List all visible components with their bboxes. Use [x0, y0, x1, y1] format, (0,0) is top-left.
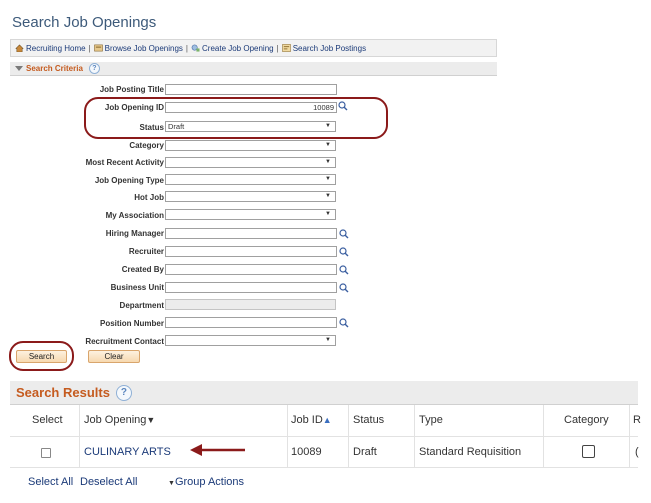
- nav-recruiting-home[interactable]: Recruiting Home: [15, 44, 86, 53]
- hot-job-label: Hot Job: [134, 193, 164, 202]
- dropdown-arrow-icon: ▼: [325, 337, 331, 343]
- category-checkbox[interactable]: [582, 445, 595, 458]
- job-posting-title-label: Job Posting Title: [99, 85, 164, 94]
- create-icon: [191, 44, 200, 52]
- dropdown-arrow-icon: ▼: [325, 176, 331, 182]
- dropdown-arrow-icon: ▼: [325, 193, 331, 199]
- created-by-input[interactable]: [165, 264, 337, 275]
- column-divider: [629, 405, 630, 468]
- position-number-label: Position Number: [99, 319, 164, 328]
- overflow-cell: (: [635, 446, 639, 458]
- recruiter-input[interactable]: [165, 246, 337, 257]
- category-select[interactable]: ▼: [165, 140, 336, 151]
- my-association-select[interactable]: ▼: [165, 209, 336, 220]
- lookup-icon[interactable]: [339, 229, 349, 239]
- lookup-icon[interactable]: [339, 318, 349, 328]
- position-number-input[interactable]: [165, 317, 337, 328]
- deselect-all-link[interactable]: Deselect All: [80, 476, 137, 488]
- annotation-highlight-oval: [84, 97, 388, 139]
- dropdown-arrow-icon: ▼: [325, 211, 331, 217]
- annotation-arrow-icon: [190, 444, 245, 456]
- column-divider: [79, 405, 80, 468]
- help-icon[interactable]: ?: [88, 63, 100, 74]
- column-header-type: Type: [419, 414, 443, 426]
- hot-job-select[interactable]: ▼: [165, 191, 336, 202]
- most-recent-activity-label: Most Recent Activity: [85, 158, 164, 167]
- column-divider: [348, 405, 349, 468]
- job-posting-title-input[interactable]: [165, 84, 337, 95]
- home-icon: [15, 44, 24, 52]
- search-results-header: Search Results ?: [10, 381, 638, 405]
- help-icon[interactable]: ?: [115, 384, 132, 401]
- job-opening-type-select[interactable]: ▼: [165, 174, 336, 185]
- hiring-manager-input[interactable]: [165, 228, 337, 239]
- annotation-highlight-oval: [9, 341, 74, 371]
- business-unit-input[interactable]: [165, 282, 337, 293]
- nav-browse-job-openings[interactable]: Browse Job Openings: [93, 44, 183, 53]
- column-divider: [287, 405, 288, 468]
- sort-ascending-icon: ▲: [322, 415, 332, 425]
- page-title: Search Job Openings: [12, 14, 157, 31]
- recruiter-label: Recruiter: [128, 247, 164, 256]
- clear-button[interactable]: Clear: [88, 350, 140, 363]
- column-header-overflow: R: [633, 414, 641, 426]
- job-opening-link[interactable]: CULINARY ARTS: [84, 446, 171, 458]
- nav-create-job-opening[interactable]: Create Job Opening: [191, 44, 274, 53]
- recruitment-contact-select[interactable]: ▼: [165, 335, 336, 346]
- status-cell: Draft: [353, 446, 377, 458]
- category-label: Category: [129, 141, 164, 150]
- lookup-icon[interactable]: [339, 283, 349, 293]
- job-id-cell: 10089: [291, 446, 322, 458]
- lookup-icon[interactable]: [339, 265, 349, 275]
- column-divider: [414, 405, 415, 468]
- sort-descending-icon: ▼: [146, 415, 156, 425]
- collapse-triangle-icon[interactable]: [15, 66, 23, 71]
- select-all-link[interactable]: Select All: [28, 476, 73, 488]
- search-criteria-header[interactable]: Search Criteria ?: [10, 62, 497, 76]
- department-input: [165, 299, 336, 310]
- created-by-label: Created By: [121, 265, 164, 274]
- dropdown-arrow-icon: ▼: [325, 159, 331, 165]
- column-divider: [543, 405, 544, 468]
- dropdown-triangle-icon: ▼: [168, 480, 175, 487]
- department-label: Department: [119, 301, 164, 310]
- column-header-status: Status: [353, 414, 385, 426]
- row-select-checkbox[interactable]: [41, 448, 51, 458]
- column-header-category: Category: [564, 414, 609, 426]
- column-header-job-opening[interactable]: Job Opening▼: [84, 414, 155, 426]
- my-association-label: My Association: [105, 211, 164, 220]
- group-actions-menu[interactable]: ▼Group Actions: [168, 476, 244, 488]
- postings-icon: [281, 44, 291, 52]
- hiring-manager-label: Hiring Manager: [105, 229, 164, 238]
- nav-search-job-postings[interactable]: Search Job Postings: [281, 44, 366, 53]
- dropdown-arrow-icon: ▼: [325, 142, 331, 148]
- nav-bar: Recruiting Home | Browse Job Openings | …: [10, 39, 497, 57]
- lookup-icon[interactable]: [339, 247, 349, 257]
- most-recent-activity-select[interactable]: ▼: [165, 157, 336, 168]
- column-header-job-id[interactable]: Job ID▲: [291, 414, 332, 426]
- job-opening-type-label: Job Opening Type: [94, 176, 164, 185]
- column-header-select: Select: [32, 414, 63, 426]
- browse-icon: [93, 44, 103, 52]
- business-unit-label: Business Unit: [110, 283, 164, 292]
- type-cell: Standard Requisition: [419, 446, 522, 458]
